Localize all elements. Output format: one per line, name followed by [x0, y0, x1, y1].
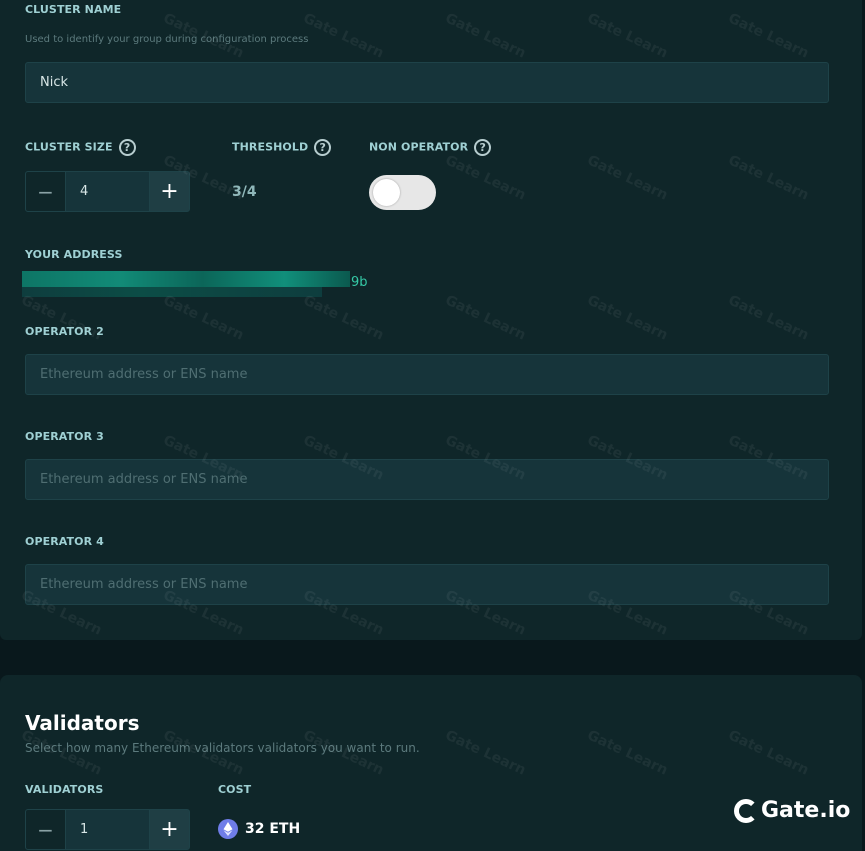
- cluster-name-label: CLUSTER NAME: [25, 3, 122, 16]
- operator-2-placeholder: Ethereum address or ENS name: [40, 367, 248, 382]
- cluster-name-hint: Used to identify your group during confi…: [25, 34, 309, 45]
- threshold-value: 3/4: [232, 184, 257, 200]
- gate-logo-icon: [734, 798, 758, 823]
- gate-io-logo: Gate.io: [734, 798, 850, 823]
- validators-count-label: VALIDATORS: [25, 783, 104, 796]
- plus-icon: +: [160, 179, 179, 204]
- validators-subtitle: Select how many Ethereum validators vali…: [25, 741, 420, 755]
- cost-display: 32 ETH: [218, 819, 300, 839]
- operator-2-input[interactable]: Ethereum address or ENS name: [25, 354, 829, 395]
- cluster-size-label: CLUSTER SIZE?: [25, 139, 136, 156]
- validators-count-value: 1: [80, 822, 89, 837]
- help-icon[interactable]: ?: [314, 139, 332, 156]
- operator-3-placeholder: Ethereum address or ENS name: [40, 472, 248, 487]
- address-redacted-shadow: [22, 287, 322, 297]
- operator-2-label: OPERATOR 2: [25, 325, 104, 338]
- validators-stepper: − 1 +: [25, 809, 190, 850]
- plus-icon: +: [160, 817, 179, 842]
- validators-count-input[interactable]: 1: [66, 809, 149, 850]
- minus-icon: −: [37, 179, 54, 204]
- help-icon[interactable]: ?: [474, 139, 492, 156]
- operator-4-label: OPERATOR 4: [25, 535, 104, 548]
- threshold-label-text: THRESHOLD: [232, 140, 309, 154]
- operator-3-label: OPERATOR 3: [25, 430, 104, 443]
- operator-4-placeholder: Ethereum address or ENS name: [40, 577, 248, 592]
- cluster-name-input[interactable]: Nick: [25, 62, 829, 103]
- validators-decrement-button[interactable]: −: [25, 809, 66, 850]
- cluster-size-stepper: − 4 +: [25, 171, 190, 212]
- operator-4-input[interactable]: Ethereum address or ENS name: [25, 564, 829, 605]
- cluster-size-increment-button[interactable]: +: [149, 171, 190, 212]
- ethereum-icon: [218, 819, 238, 839]
- cost-label: COST: [218, 783, 252, 796]
- cluster-size-decrement-button[interactable]: −: [25, 171, 66, 212]
- non-operator-label-text: NON OPERATOR: [369, 140, 469, 154]
- minus-icon: −: [37, 817, 54, 842]
- address-suffix: 9b: [351, 275, 368, 290]
- operator-3-input[interactable]: Ethereum address or ENS name: [25, 459, 829, 500]
- cluster-size-value: 4: [80, 184, 89, 199]
- threshold-label: THRESHOLD?: [232, 139, 332, 156]
- address-redacted: [22, 271, 350, 287]
- cluster-size-input[interactable]: 4: [66, 171, 149, 212]
- cluster-name-value: Nick: [40, 75, 69, 90]
- toggle-knob: [373, 179, 400, 206]
- cost-value: 32 ETH: [245, 821, 301, 837]
- gate-io-brand-text: Gate.io: [761, 798, 851, 823]
- cluster-size-label-text: CLUSTER SIZE: [25, 140, 113, 154]
- non-operator-label: NON OPERATOR?: [369, 139, 492, 156]
- validators-increment-button[interactable]: +: [149, 809, 190, 850]
- your-address-label: YOUR ADDRESS: [25, 248, 123, 261]
- non-operator-toggle[interactable]: [369, 175, 436, 210]
- help-icon[interactable]: ?: [118, 139, 136, 156]
- validators-title: Validators: [25, 711, 140, 735]
